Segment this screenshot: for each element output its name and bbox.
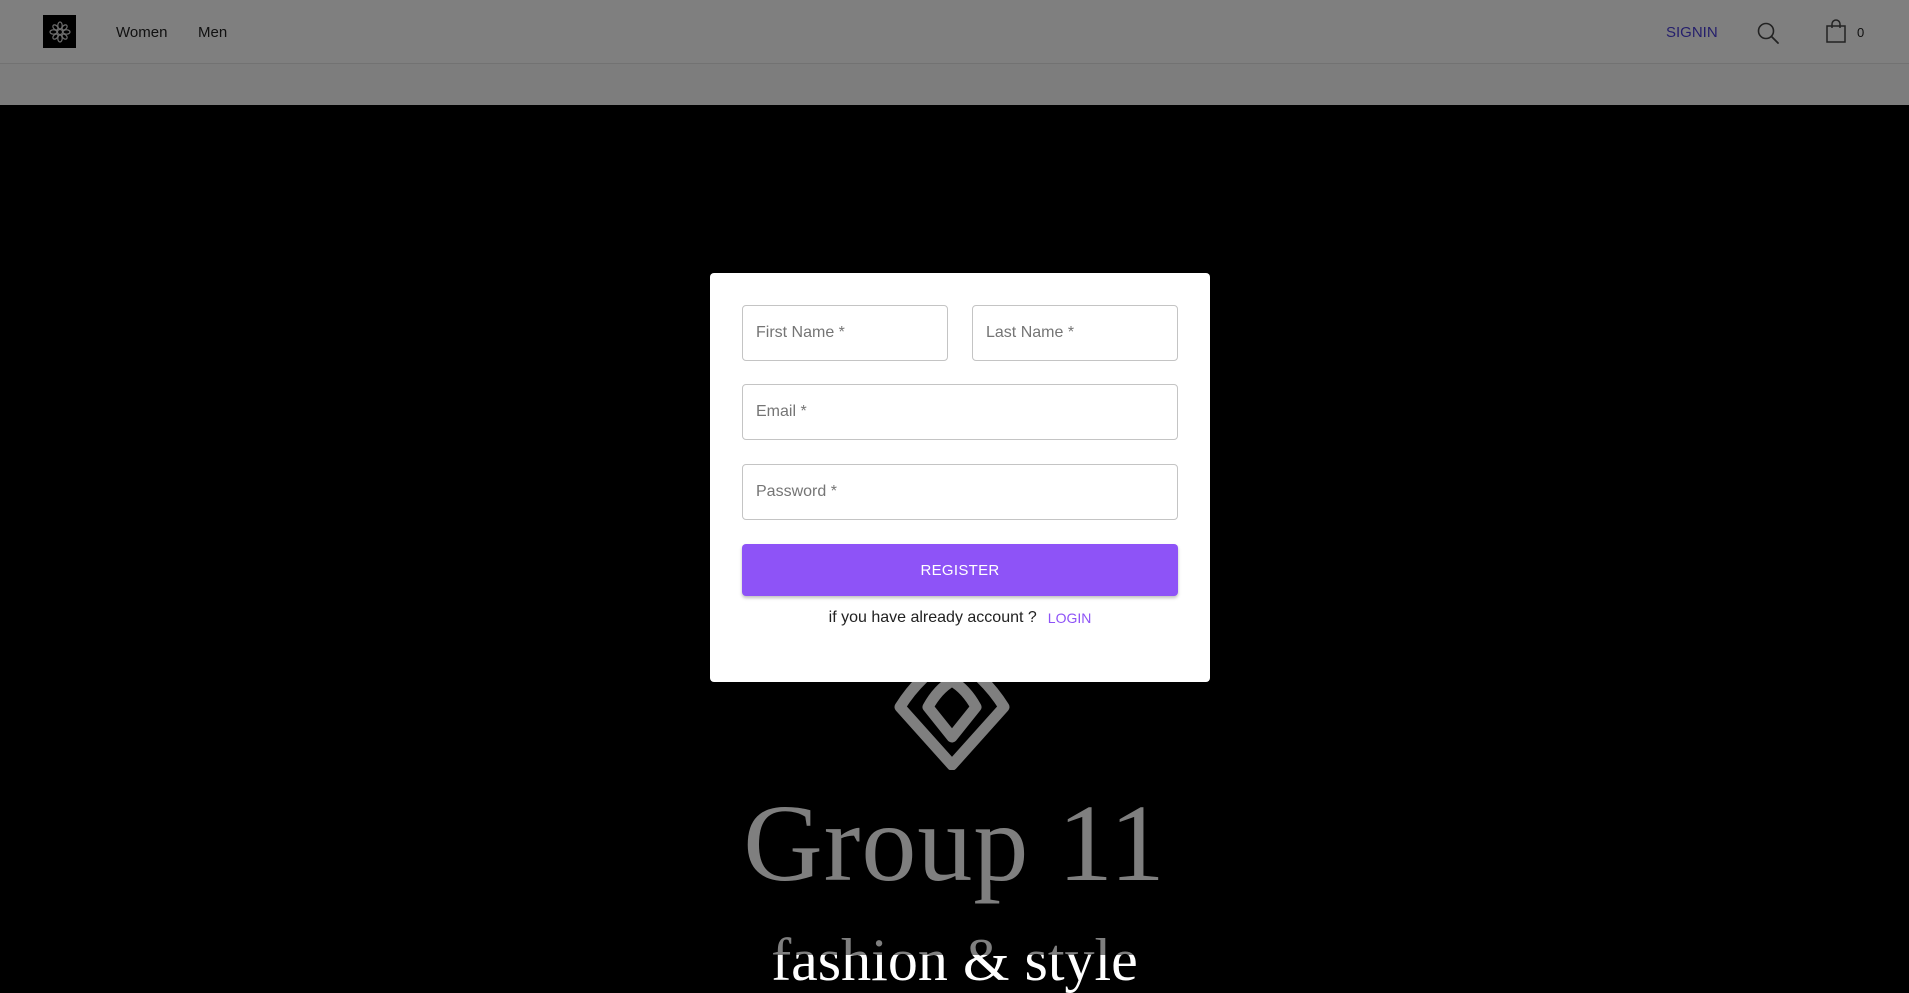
login-prompt-text: if you have already account ? [828,609,1037,626]
register-button[interactable]: REGISTER [742,544,1178,596]
email-input[interactable] [743,385,1177,439]
password-field[interactable] [742,464,1178,520]
last-name-field[interactable] [972,305,1178,361]
login-link[interactable]: LOGIN [1048,610,1092,626]
first-name-field[interactable] [742,305,948,361]
last-name-input[interactable] [973,306,1177,360]
first-name-input[interactable] [743,306,947,360]
email-field[interactable] [742,384,1178,440]
register-dialog: REGISTER if you have already account ? L… [710,273,1210,682]
login-prompt-row: if you have already account ? LOGIN [710,609,1210,627]
password-input[interactable] [743,465,1177,519]
